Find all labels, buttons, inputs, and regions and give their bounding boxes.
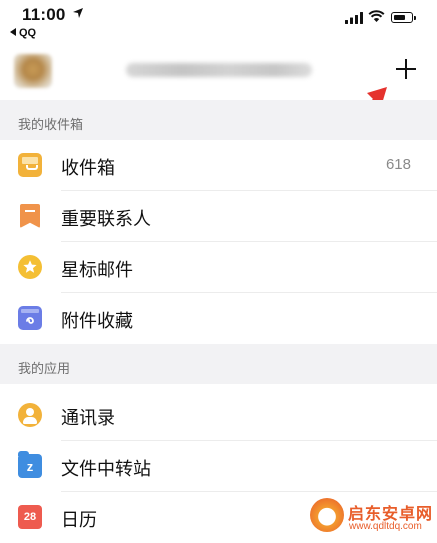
account-avatar[interactable] — [14, 54, 52, 88]
list-item-label: 通讯录 — [61, 408, 115, 428]
file-transfer-icon: z — [18, 451, 42, 478]
cellular-signal-icon — [345, 12, 363, 24]
list-item-label: 附件收藏 — [61, 311, 133, 331]
list-item-label: 星标邮件 — [61, 260, 133, 280]
list-item-label: 日历 — [61, 510, 97, 530]
add-account-button[interactable] — [393, 56, 419, 82]
section-header-apps: 我的应用 — [0, 344, 437, 384]
star-icon — [18, 255, 42, 279]
attachment-icon — [18, 306, 42, 330]
list-item-contacts[interactable]: 通讯录 — [0, 390, 437, 441]
list-item-inbox[interactable]: 收件箱 618 — [0, 140, 437, 191]
account-email-redacted[interactable] — [126, 63, 312, 77]
watermark-url: www.qdltdq.com — [349, 521, 422, 532]
contacts-icon — [18, 403, 42, 427]
section-header-inbox: 我的收件箱 — [0, 100, 437, 140]
section-title: 我的应用 — [18, 361, 71, 376]
list-item-vip-contacts[interactable]: 重要联系人 — [0, 191, 437, 242]
status-time: 11:00 — [22, 5, 66, 24]
list-item-label: 收件箱 — [61, 158, 115, 178]
watermark-logo-icon — [310, 498, 344, 532]
site-watermark: 启东安卓网 www.qdltdq.com — [306, 494, 437, 537]
vip-contacts-icon — [20, 204, 40, 228]
wifi-icon — [368, 10, 385, 22]
list-item-file-transfer[interactable]: z 文件中转站 — [0, 441, 437, 492]
unread-count: 618 — [385, 156, 411, 173]
file-transfer-icon-letter: z — [26, 459, 34, 474]
back-to-app-link[interactable]: QQ — [10, 27, 36, 39]
back-app-label: QQ — [19, 27, 37, 39]
list-item-starred[interactable]: 星标邮件 — [0, 242, 437, 293]
location-arrow-icon — [73, 8, 83, 18]
calendar-icon: 28 — [18, 505, 42, 529]
battery-icon — [391, 12, 416, 23]
calendar-icon-date: 28 — [23, 511, 37, 523]
list-item-label: 重要联系人 — [61, 209, 151, 229]
inbox-icon — [18, 153, 42, 177]
back-arrow-icon — [10, 28, 16, 36]
section-title: 我的收件箱 — [18, 117, 84, 132]
status-bar: 11:00 QQ — [0, 0, 437, 44]
list-item-attachments[interactable]: 附件收藏 — [0, 293, 437, 344]
list-item-label: 文件中转站 — [61, 459, 151, 479]
